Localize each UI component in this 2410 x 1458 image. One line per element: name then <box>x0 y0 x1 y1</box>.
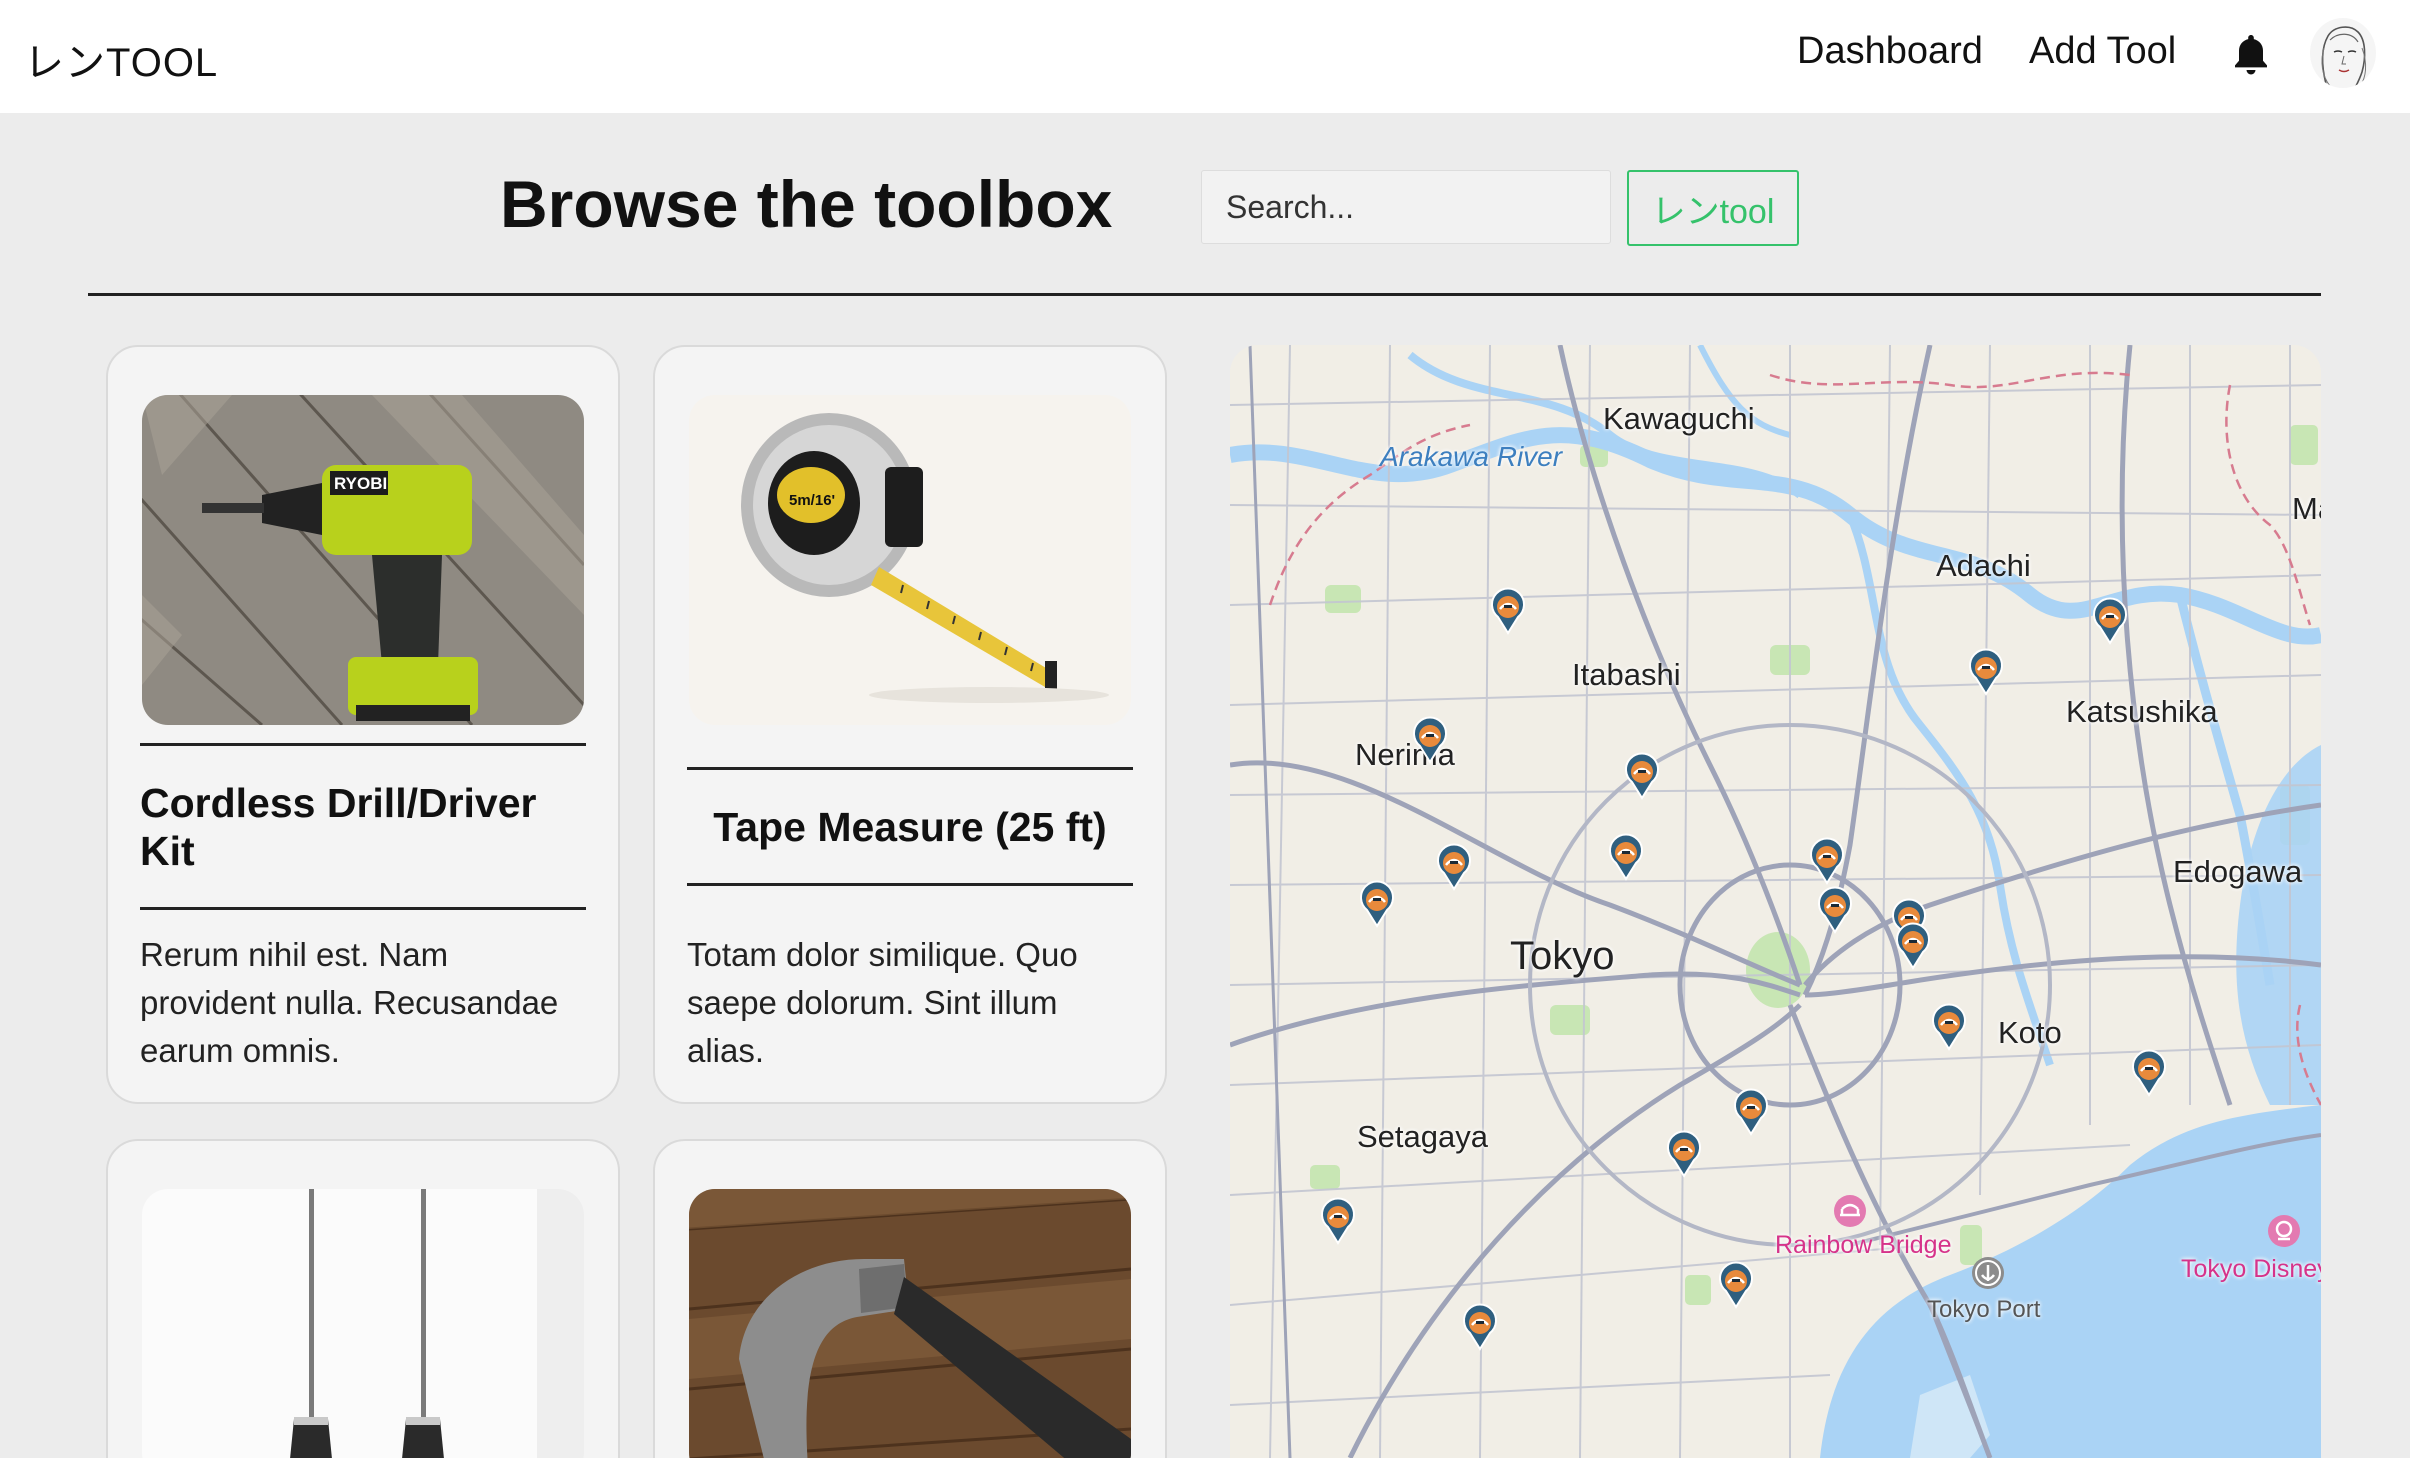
tool-description: Totam dolor similique. Quo saepe dolorum… <box>687 931 1133 1075</box>
tool-location-pin[interactable] <box>1456 1303 1504 1351</box>
tool-description: Rerum nihil est. Nam provident nulla. Re… <box>140 931 586 1075</box>
tools-map[interactable]: Kawaguchi Arakawa River Adachi Itabashi … <box>1230 345 2321 1458</box>
map-label-itabashi: Itabashi <box>1572 657 1681 692</box>
header-divider <box>88 293 2321 296</box>
site-logo[interactable]: レンTOOL <box>24 30 218 88</box>
port-anchor-icon <box>1972 1257 2004 1289</box>
search-input[interactable] <box>1201 170 1611 244</box>
tool-card[interactable]: 5m/16' Tape Measure (25 ft) Totam dolor … <box>653 345 1167 1104</box>
tool-image: 5m/16' <box>689 395 1131 725</box>
tool-description-line: saepe dolorum. Sint illum <box>687 984 1058 1021</box>
tool-location-pin[interactable] <box>1618 752 1666 800</box>
tool-pin-icon <box>1491 587 1525 635</box>
tool-image <box>142 1189 584 1458</box>
map-label-ma: Ma <box>2292 491 2321 526</box>
tool-pin-icon <box>1810 837 1844 885</box>
screwdrivers-photo <box>142 1189 584 1458</box>
tool-description-line: Rerum nihil est. Nam <box>140 936 449 973</box>
tool-pin-icon <box>1719 1261 1753 1309</box>
hammer-photo <box>689 1189 1131 1458</box>
rentool-button[interactable]: レンtool <box>1627 170 1799 246</box>
card-divider <box>140 743 586 746</box>
tool-location-pin[interactable] <box>1353 880 1401 928</box>
tape-measure-photo: 5m/16' <box>689 395 1131 725</box>
map-label-arakawa-river: Arakawa River <box>1380 441 1563 472</box>
top-navbar: レンTOOL Dashboard Add Tool <box>0 0 2410 113</box>
tool-pin-icon <box>2093 597 2127 645</box>
tool-location-pin[interactable] <box>1602 833 1650 881</box>
card-divider <box>140 907 586 910</box>
tool-location-pin[interactable] <box>1811 886 1859 934</box>
tool-location-pin[interactable] <box>1712 1261 1760 1309</box>
tool-pin-icon <box>1818 886 1852 934</box>
cordless-drill-photo: RYOBI <box>142 395 584 725</box>
bell-icon[interactable] <box>2231 32 2271 76</box>
tool-location-pin[interactable] <box>1803 837 1851 885</box>
tool-location-pin[interactable] <box>2086 597 2134 645</box>
map-label-katsushika: Katsushika <box>2066 694 2218 729</box>
map-label-koto: Koto <box>1998 1015 2062 1050</box>
avatar[interactable] <box>2310 18 2376 88</box>
tool-location-pin[interactable] <box>1314 1197 1362 1245</box>
tool-description-line: Totam dolor similique. Quo <box>687 936 1078 973</box>
tool-title: Cordless Drill/Driver Kit <box>140 779 586 875</box>
tool-pin-icon <box>1437 843 1471 891</box>
tool-description-line: provident nulla. Recusandae <box>140 984 559 1021</box>
nav-dashboard-link[interactable]: Dashboard <box>1797 30 1983 73</box>
map-label-tokyo-port: Tokyo Port <box>1927 1296 2041 1323</box>
tool-location-pin[interactable] <box>1484 587 1532 635</box>
map-label-kawaguchi: Kawaguchi <box>1603 401 1755 436</box>
tool-location-pin[interactable] <box>1430 843 1478 891</box>
theme-park-poi-icon <box>2268 1215 2300 1247</box>
tool-card[interactable] <box>106 1139 620 1458</box>
card-divider <box>687 883 1133 886</box>
tool-title: Tape Measure (25 ft) <box>713 804 1107 850</box>
tool-pin-icon <box>1896 922 1930 970</box>
map-label-tokyo: Tokyo <box>1510 934 1615 978</box>
tool-location-pin[interactable] <box>1925 1003 1973 1051</box>
map-label-edogawa: Edogawa <box>2173 854 2303 889</box>
tool-location-pin[interactable] <box>1889 922 1937 970</box>
tool-location-pin[interactable] <box>1727 1088 1775 1136</box>
tool-card[interactable]: RYOBI Cordless Drill/Driver Kit Rerum ni… <box>106 345 620 1104</box>
tool-title-line: Kit <box>140 828 195 874</box>
bridge-poi-icon <box>1834 1195 1866 1227</box>
tool-location-pin[interactable] <box>2125 1049 2173 1097</box>
tool-pin-icon <box>1463 1303 1497 1351</box>
tool-image: RYOBI <box>142 395 584 725</box>
map-label-tokyo-disney: Tokyo Disney <box>2181 1255 2321 1283</box>
tool-pin-icon <box>1360 880 1394 928</box>
tool-location-pin[interactable] <box>1660 1130 1708 1178</box>
map-label-setagaya: Setagaya <box>1357 1119 1488 1154</box>
tool-description-line: alias. <box>687 1032 765 1069</box>
card-divider <box>687 767 1133 770</box>
tool-pin-icon <box>1969 648 2003 696</box>
tool-pin-icon <box>2132 1049 2166 1097</box>
tool-card[interactable] <box>653 1139 1167 1458</box>
map-label-rainbow-bridge: Rainbow Bridge <box>1775 1231 1952 1259</box>
tool-pin-icon <box>1932 1003 1966 1051</box>
page-title: Browse the toolbox <box>500 167 1113 241</box>
tool-pin-icon <box>1625 752 1659 800</box>
tool-location-pin[interactable] <box>1962 648 2010 696</box>
tool-pin-icon <box>1413 716 1447 764</box>
tool-pin-icon <box>1667 1130 1701 1178</box>
tool-image <box>689 1189 1131 1458</box>
avatar-sketch-icon <box>2321 26 2367 87</box>
svg-text:RYOBI: RYOBI <box>334 474 387 493</box>
tool-description-line: earum omnis. <box>140 1032 340 1069</box>
svg-text:5m/16': 5m/16' <box>789 492 835 509</box>
map-label-adachi: Adachi <box>1936 548 2031 583</box>
tool-pin-icon <box>1321 1197 1355 1245</box>
tool-pin-icon <box>1734 1088 1768 1136</box>
tool-pin-icon <box>1609 833 1643 881</box>
tool-location-pin[interactable] <box>1406 716 1454 764</box>
tool-title-line: Cordless Drill/Driver <box>140 780 537 826</box>
nav-add-tool-link[interactable]: Add Tool <box>2029 30 2176 73</box>
